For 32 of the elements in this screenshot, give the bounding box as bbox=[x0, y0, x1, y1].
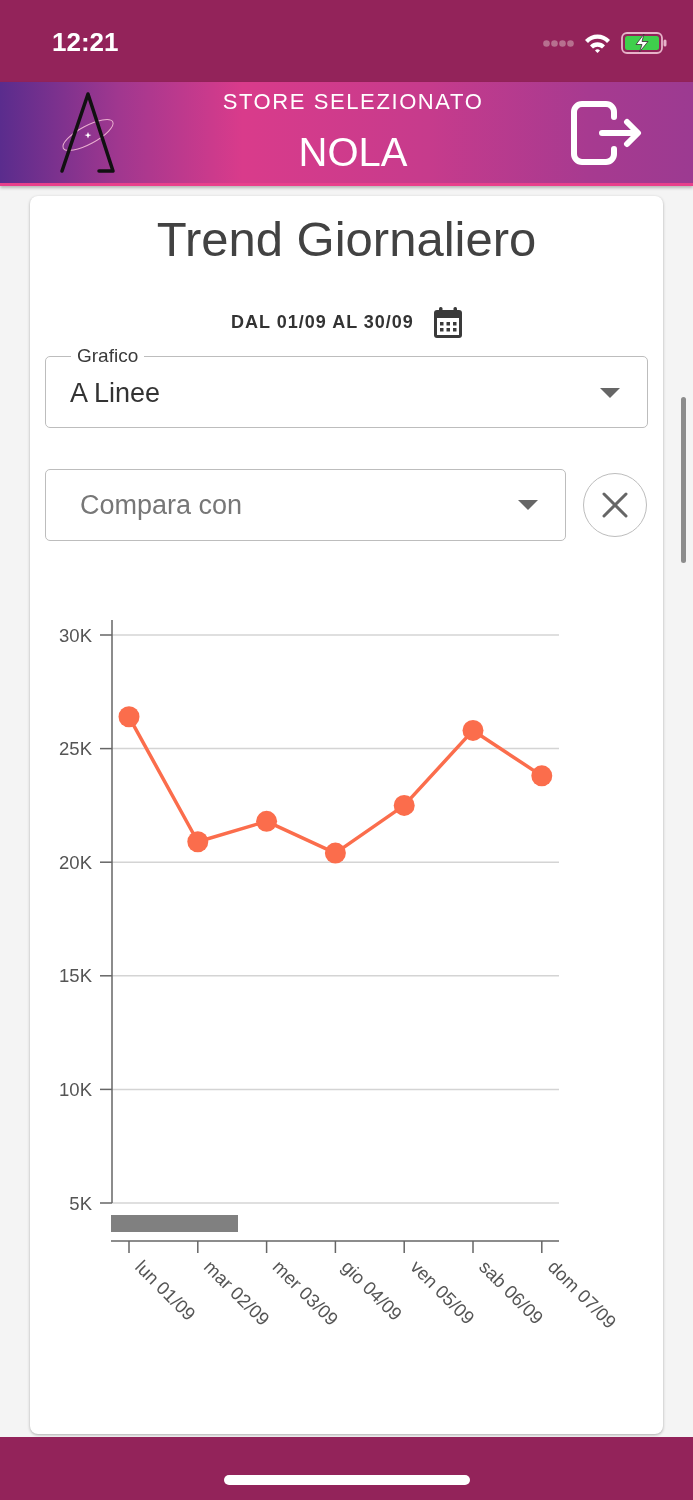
y-axis-label: 30K bbox=[59, 624, 92, 646]
data-point bbox=[187, 831, 209, 853]
y-axis-label: 20K bbox=[59, 851, 92, 873]
field-label: Grafico bbox=[76, 345, 140, 367]
chart-scroll-bar[interactable] bbox=[111, 1215, 238, 1232]
store-name: NOLA bbox=[298, 129, 408, 175]
status-time: 12:21 bbox=[52, 29, 119, 55]
logout-button[interactable] bbox=[570, 99, 642, 166]
close-icon bbox=[602, 492, 628, 518]
data-point bbox=[531, 765, 553, 787]
dropdown-caret-icon bbox=[600, 388, 620, 398]
header-subtitle: STORE SELEZIONATO bbox=[222, 90, 484, 114]
data-point bbox=[393, 794, 415, 816]
signal-dots-icon bbox=[543, 39, 574, 47]
data-point bbox=[118, 706, 140, 728]
y-axis-label: 10K bbox=[59, 1078, 92, 1100]
card-title: Trend Giornaliero bbox=[156, 211, 537, 268]
data-point bbox=[324, 842, 346, 864]
scrollbar-thumb[interactable] bbox=[681, 397, 686, 563]
y-axis-label: 15K bbox=[59, 965, 92, 987]
y-axis-label: 5K bbox=[69, 1192, 92, 1214]
calendar-icon[interactable] bbox=[433, 306, 462, 338]
data-point bbox=[462, 719, 484, 741]
battery-charging-icon bbox=[621, 32, 667, 54]
logout-icon bbox=[570, 99, 642, 166]
brand-logo[interactable] bbox=[58, 90, 118, 175]
date-range: DAL 01/09 AL 30/09 bbox=[231, 310, 414, 334]
dropdown-caret-icon bbox=[518, 500, 538, 510]
wifi-icon bbox=[584, 33, 611, 53]
data-point bbox=[256, 810, 278, 832]
y-axis-label: 25K bbox=[59, 738, 92, 760]
compare-select[interactable]: Compara con bbox=[45, 469, 566, 541]
